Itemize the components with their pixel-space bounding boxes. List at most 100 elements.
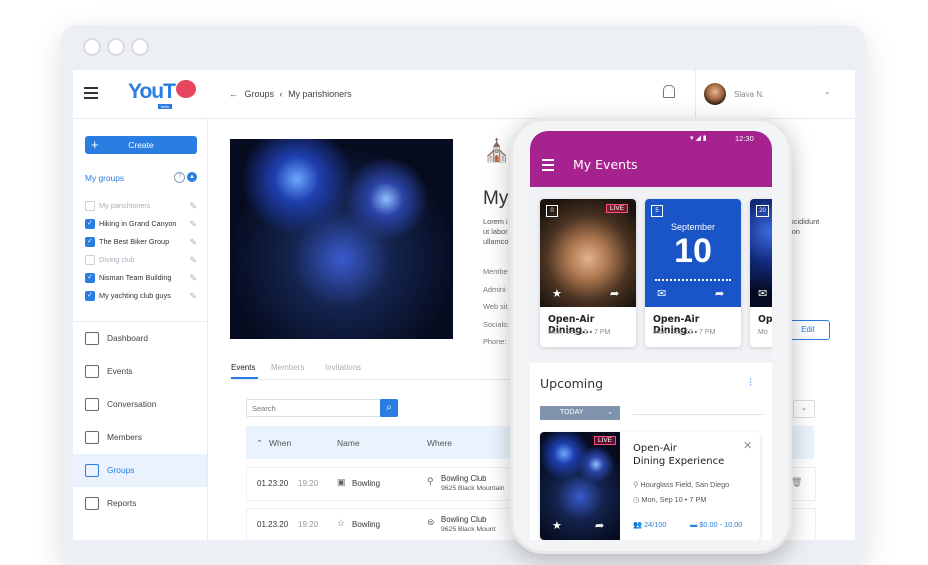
upcoming-event-place: ⚲ Hourglass Field, San Diego bbox=[633, 480, 730, 489]
topbar-divider bbox=[695, 70, 696, 118]
search-icon[interactable]: ⌕ bbox=[380, 399, 398, 417]
upcoming-event-price: ▬ $0.00 - 10.00 bbox=[690, 520, 743, 529]
nav-events[interactable]: Events bbox=[73, 355, 207, 388]
checkbox[interactable] bbox=[85, 201, 95, 212]
breadcrumb-separator: ‹ bbox=[279, 89, 283, 99]
filter-dropdown-chevron-icon[interactable]: ⌄ bbox=[793, 400, 815, 418]
hamburger-menu-icon[interactable] bbox=[84, 87, 98, 99]
checkbox[interactable]: ✓ bbox=[85, 219, 95, 230]
today-dropdown[interactable]: TODAY ⌄ bbox=[540, 406, 620, 420]
row-name: Bowling bbox=[352, 520, 381, 529]
group-item[interactable]: ✓ Nisman Team Building ✎ bbox=[85, 269, 207, 287]
group-item[interactable]: ✓ My yachting club guys ✎ bbox=[85, 287, 207, 305]
link-icon: ⊜ bbox=[427, 517, 435, 527]
chevron-down-icon[interactable]: ⌄ bbox=[824, 87, 831, 96]
breadcrumb-item-groups[interactable]: Groups bbox=[245, 89, 275, 99]
edit-pencil-icon[interactable]: ✎ bbox=[189, 251, 197, 269]
window-dot-close[interactable] bbox=[83, 38, 101, 56]
collapse-chevron-icon[interactable]: ▲ bbox=[187, 172, 197, 182]
calendar-icon: ▣ bbox=[337, 477, 346, 487]
ticket-icon[interactable]: ✉ bbox=[758, 287, 767, 300]
event-card[interactable]: 5 September 10 ✉ ➦ Open-Air Dining... Mo… bbox=[645, 199, 741, 347]
column-header-where[interactable]: Where bbox=[427, 438, 452, 448]
column-header-name[interactable]: Name bbox=[337, 438, 360, 448]
sidebar-nav: Dashboard Events Conversation Members Gr… bbox=[73, 322, 207, 520]
nav-label: Conversation bbox=[107, 399, 157, 409]
live-badge: LIVE bbox=[594, 436, 617, 445]
nav-reports[interactable]: Reports bbox=[73, 487, 207, 520]
nav-label: Dashboard bbox=[107, 333, 148, 343]
edit-pencil-icon[interactable]: ✎ bbox=[189, 269, 197, 287]
ticket-icon[interactable]: ✉ bbox=[657, 287, 666, 300]
ticket-perforation bbox=[655, 279, 731, 281]
reports-icon bbox=[85, 497, 99, 511]
column-header-when[interactable]: When bbox=[269, 438, 291, 448]
tab-events[interactable]: Events bbox=[231, 363, 255, 372]
nav-groups[interactable]: Groups bbox=[73, 454, 207, 487]
chat-icon bbox=[85, 398, 99, 412]
today-divider bbox=[633, 414, 763, 415]
group-label: Nisman Team Building bbox=[99, 273, 172, 282]
edit-button[interactable]: Edit bbox=[786, 320, 830, 340]
edit-pencil-icon[interactable]: ✎ bbox=[189, 197, 197, 215]
tabs-divider bbox=[231, 379, 521, 380]
nav-dashboard[interactable]: Dashboard bbox=[73, 322, 207, 355]
group-item[interactable]: ✓ The Best Biker Group ✎ bbox=[85, 233, 207, 251]
filter-sliders-icon[interactable]: ⫶ bbox=[749, 377, 752, 390]
search-input[interactable] bbox=[246, 399, 384, 417]
edit-pencil-icon[interactable]: ✎ bbox=[189, 287, 197, 305]
avatar[interactable] bbox=[704, 83, 726, 105]
row-address: 9625 Black Mount bbox=[441, 526, 496, 533]
share-icon[interactable]: ➦ bbox=[595, 519, 604, 532]
phone-menu-icon[interactable] bbox=[542, 159, 554, 171]
nav-label: Reports bbox=[107, 498, 137, 508]
sort-chevron-icon[interactable]: ⌃ bbox=[256, 438, 263, 449]
ticket-month: September bbox=[670, 222, 716, 232]
app-logo[interactable]: YouT beta bbox=[128, 80, 197, 109]
edit-pencil-icon[interactable]: ✎ bbox=[189, 215, 197, 233]
share-icon[interactable]: ➦ bbox=[715, 287, 724, 300]
tab-members[interactable]: Members bbox=[271, 363, 304, 372]
edit-pencil-icon[interactable]: ✎ bbox=[189, 233, 197, 251]
upcoming-event-card[interactable]: LIVE ★ ➦ Open-Air Dining Experience ✕ ⚲ … bbox=[540, 432, 760, 540]
card-title: Op bbox=[758, 314, 772, 325]
status-icons: ▾ ◢ ▮ bbox=[690, 135, 707, 142]
checkbox[interactable] bbox=[85, 255, 95, 266]
trash-icon[interactable]: 🗑 bbox=[791, 477, 802, 488]
checkbox[interactable]: ✓ bbox=[85, 273, 95, 284]
card-subtitle: Mon, Sep 10 • 7 PM bbox=[548, 329, 611, 336]
window-dot-minimize[interactable] bbox=[107, 38, 125, 56]
plus-icon: + bbox=[91, 137, 99, 152]
back-arrow-icon[interactable]: ← bbox=[229, 89, 238, 99]
bell-icon[interactable] bbox=[663, 85, 675, 98]
card-subtitle: Mo bbox=[758, 329, 768, 336]
nav-members[interactable]: Members bbox=[73, 421, 207, 454]
group-cover-image bbox=[230, 139, 453, 339]
checkbox[interactable]: ✓ bbox=[85, 237, 95, 248]
event-card[interactable]: 20 ✉ Op Mo bbox=[750, 199, 772, 347]
star-icon[interactable]: ★ bbox=[552, 519, 562, 532]
share-icon[interactable]: ➦ bbox=[610, 287, 619, 300]
group-label: My yachting club guys bbox=[99, 291, 171, 300]
nav-conversation[interactable]: Conversation bbox=[73, 388, 207, 421]
ticket-icon: ▬ bbox=[690, 520, 698, 529]
church-icon: ⛪ bbox=[483, 138, 511, 163]
event-card[interactable]: 0 LIVE ★ ➦ Open-Air Dining... Mon, Sep 1… bbox=[540, 199, 636, 347]
help-icon[interactable]: ? bbox=[174, 172, 185, 183]
group-description: Lorem i ut labor ullamco bbox=[483, 217, 509, 246]
checkbox[interactable]: ✓ bbox=[85, 291, 95, 302]
group-item[interactable]: My parishioners ✎ bbox=[85, 197, 207, 215]
user-name[interactable]: Slava N. bbox=[734, 90, 764, 99]
calendar-icon bbox=[85, 365, 99, 379]
create-button[interactable]: + Create bbox=[85, 136, 197, 154]
nav-label: Members bbox=[107, 432, 142, 442]
tab-invitations[interactable]: Invitations bbox=[325, 363, 361, 372]
window-dot-maximize[interactable] bbox=[131, 38, 149, 56]
group-item[interactable]: ✓ Hiking in Grand Canyon ✎ bbox=[85, 215, 207, 233]
close-icon[interactable]: ✕ bbox=[743, 439, 752, 452]
people-icon: 👥 bbox=[633, 520, 643, 529]
group-description-right: incididunt tion bbox=[788, 217, 820, 236]
star-icon[interactable]: ★ bbox=[552, 287, 562, 300]
group-item[interactable]: Diving club ✎ bbox=[85, 251, 207, 269]
nav-label: Groups bbox=[107, 465, 135, 475]
